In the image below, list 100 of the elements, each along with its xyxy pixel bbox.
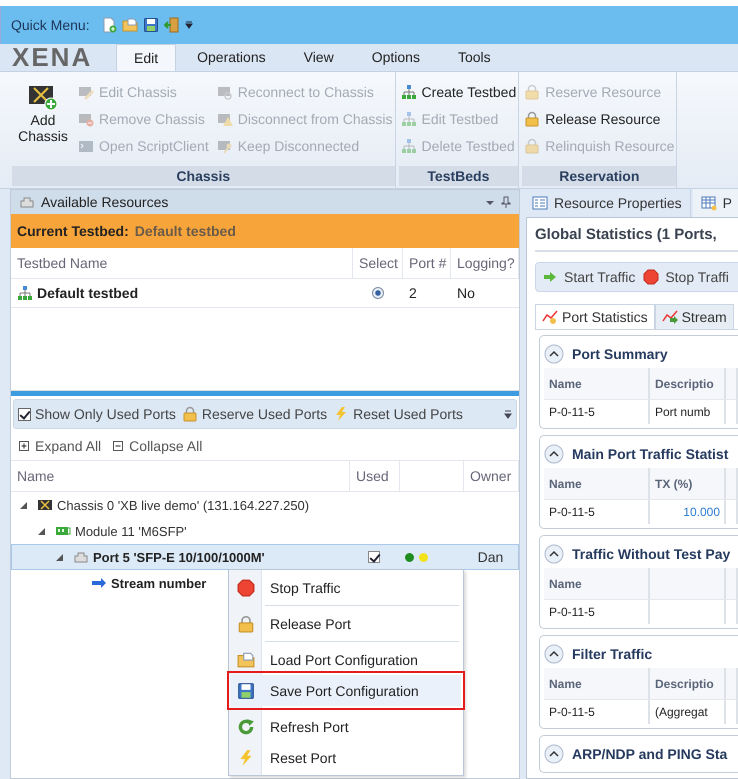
ribbon-tab[interactable]: Tools [440,44,508,71]
tree-item-label[interactable]: Stream number [111,576,206,590]
stream-icon [91,575,107,591]
menu-item[interactable]: Release Port [231,608,461,639]
column-header[interactable]: Logging? [451,248,519,278]
chevron-up-icon[interactable] [544,744,564,764]
tree-item-label[interactable]: Module 11 'M6SFP' [75,524,187,538]
statistics-tab[interactable]: Port Statistics [535,304,655,329]
chevron-up-icon[interactable] [544,444,564,464]
lock-icon [524,84,540,100]
toolbar-button[interactable]: Stop Traffi [643,269,729,285]
expander-arrow[interactable] [20,502,27,508]
column-header[interactable]: Descriptio [650,668,726,700]
toolbar-button[interactable]: Reset Used Ports [333,406,463,422]
expander-arrow[interactable] [56,554,63,560]
column-header[interactable]: Owner [464,461,519,491]
ribbon-button[interactable]: Create Testbed [398,78,518,105]
group-label: Chassis [12,166,395,186]
logo: XENA [11,44,94,71]
current-testbed-name: Default testbed [134,223,236,239]
table-cell: P-0-11-5 [549,405,595,419]
arrow-icon [542,269,558,285]
plus-box-icon [19,441,29,451]
ribbon-tab[interactable]: Options [354,44,437,71]
save-icon [237,682,255,700]
dropdown-caret-icon [184,21,193,29]
chevron-up-icon[interactable] [544,644,564,664]
network-icon [400,84,417,100]
tree-item-label[interactable]: Port 5 'SFP-E 10/100/1000M' [93,550,265,564]
menu-item[interactable]: Refresh Port [231,711,461,742]
tree-item-label[interactable]: Chassis 0 'XB live demo' (131.164.227.250) [57,498,310,512]
column-header[interactable]: Name [544,668,650,700]
menu-item[interactable]: Stop Traffic [231,572,461,603]
current-testbed-label: Current Testbed: [17,223,129,239]
panel-tab[interactable]: P [692,189,738,217]
column-header[interactable]: Name [544,568,650,600]
table-icon [700,195,717,211]
folder-icon[interactable] [122,17,138,33]
ribbon-button[interactable]: Release Resource [522,105,676,132]
chassis-plus-icon [28,84,58,112]
refresh-icon [237,718,255,736]
lock-icon [182,406,198,422]
section-title: ARP/NDP and PING Sta [572,746,728,762]
table-cell: 10.000 [683,505,720,519]
minus-box-icon [113,441,124,451]
column-header[interactable]: Descriptio [650,368,726,400]
checkbox[interactable]: Show Only Used Ports [18,406,176,422]
radio-button[interactable] [372,287,384,299]
tree-tool-button[interactable]: Collapse All [113,438,202,454]
ribbon-button[interactable]: Add Chassis [12,78,74,144]
statistics-title: Global Statistics (1 Ports, [535,226,738,252]
pin-icon[interactable] [501,196,511,208]
tree-tool-button[interactable]: Expand All [19,438,102,454]
table-cell: P-0-11-5 [549,705,595,719]
column-header[interactable]: TX (%) [650,468,726,500]
table-cell: P-0-11-5 [549,505,595,519]
table-cell: P-0-11-5 [549,605,595,619]
statistics-tab[interactable]: Stream [654,304,734,329]
column-header[interactable]: Name [544,468,650,500]
column-header[interactable]: Name [11,461,350,491]
chart-icon [542,309,558,325]
stop-icon [237,578,255,596]
chassis-icon [37,497,53,513]
section-title: Main Port Traffic Statist [572,446,728,462]
ribbon-tab[interactable]: Edit [116,44,176,71]
section-title: Filter Traffic [572,646,652,662]
chevron-up-icon[interactable] [544,344,564,364]
expander-arrow[interactable] [38,528,45,534]
overflow-caret-icon[interactable] [504,409,512,419]
used-checkbox[interactable] [368,551,380,563]
column-header[interactable]: Select [353,248,403,278]
toolbar-button[interactable]: Start Traffic [542,269,636,285]
column-header[interactable]: Port # [403,248,451,278]
table-cell: No [457,285,475,301]
column-header[interactable]: Name [544,368,650,400]
panel-title: Available Resources [41,194,168,210]
ribbon-tab[interactable]: View [286,44,351,71]
toolbar-button[interactable]: Reserve Used Ports [182,406,328,422]
selected-row[interactable]: Port 5 'SFP-E 10/100/1000M' Dan [11,544,519,570]
lock-icon [524,138,540,154]
section-title: Traffic Without Test Pay [572,546,730,562]
lock-icon [524,110,540,126]
network-icon [400,110,417,126]
table-cell: (Aggregat [655,705,708,719]
save-icon[interactable] [142,17,159,33]
menu-item[interactable]: Save Port Configuration [231,675,461,706]
menu-item[interactable]: Load Port Configuration [231,644,461,675]
folder-icon [237,650,255,668]
document-icon[interactable] [100,17,117,33]
testbed-name: Default testbed [37,285,138,301]
network-icon [17,285,33,301]
ribbon-tab[interactable]: Operations [180,44,283,71]
column-header[interactable]: Testbed Name [11,248,353,278]
chevron-up-icon[interactable] [544,544,564,564]
column-header[interactable]: Used [350,461,400,491]
chart-icon [662,309,678,325]
stop-icon [643,269,660,285]
section-title: Port Summary [572,346,668,362]
menu-item[interactable]: Reset Port [231,742,461,773]
network-icon [400,138,417,154]
